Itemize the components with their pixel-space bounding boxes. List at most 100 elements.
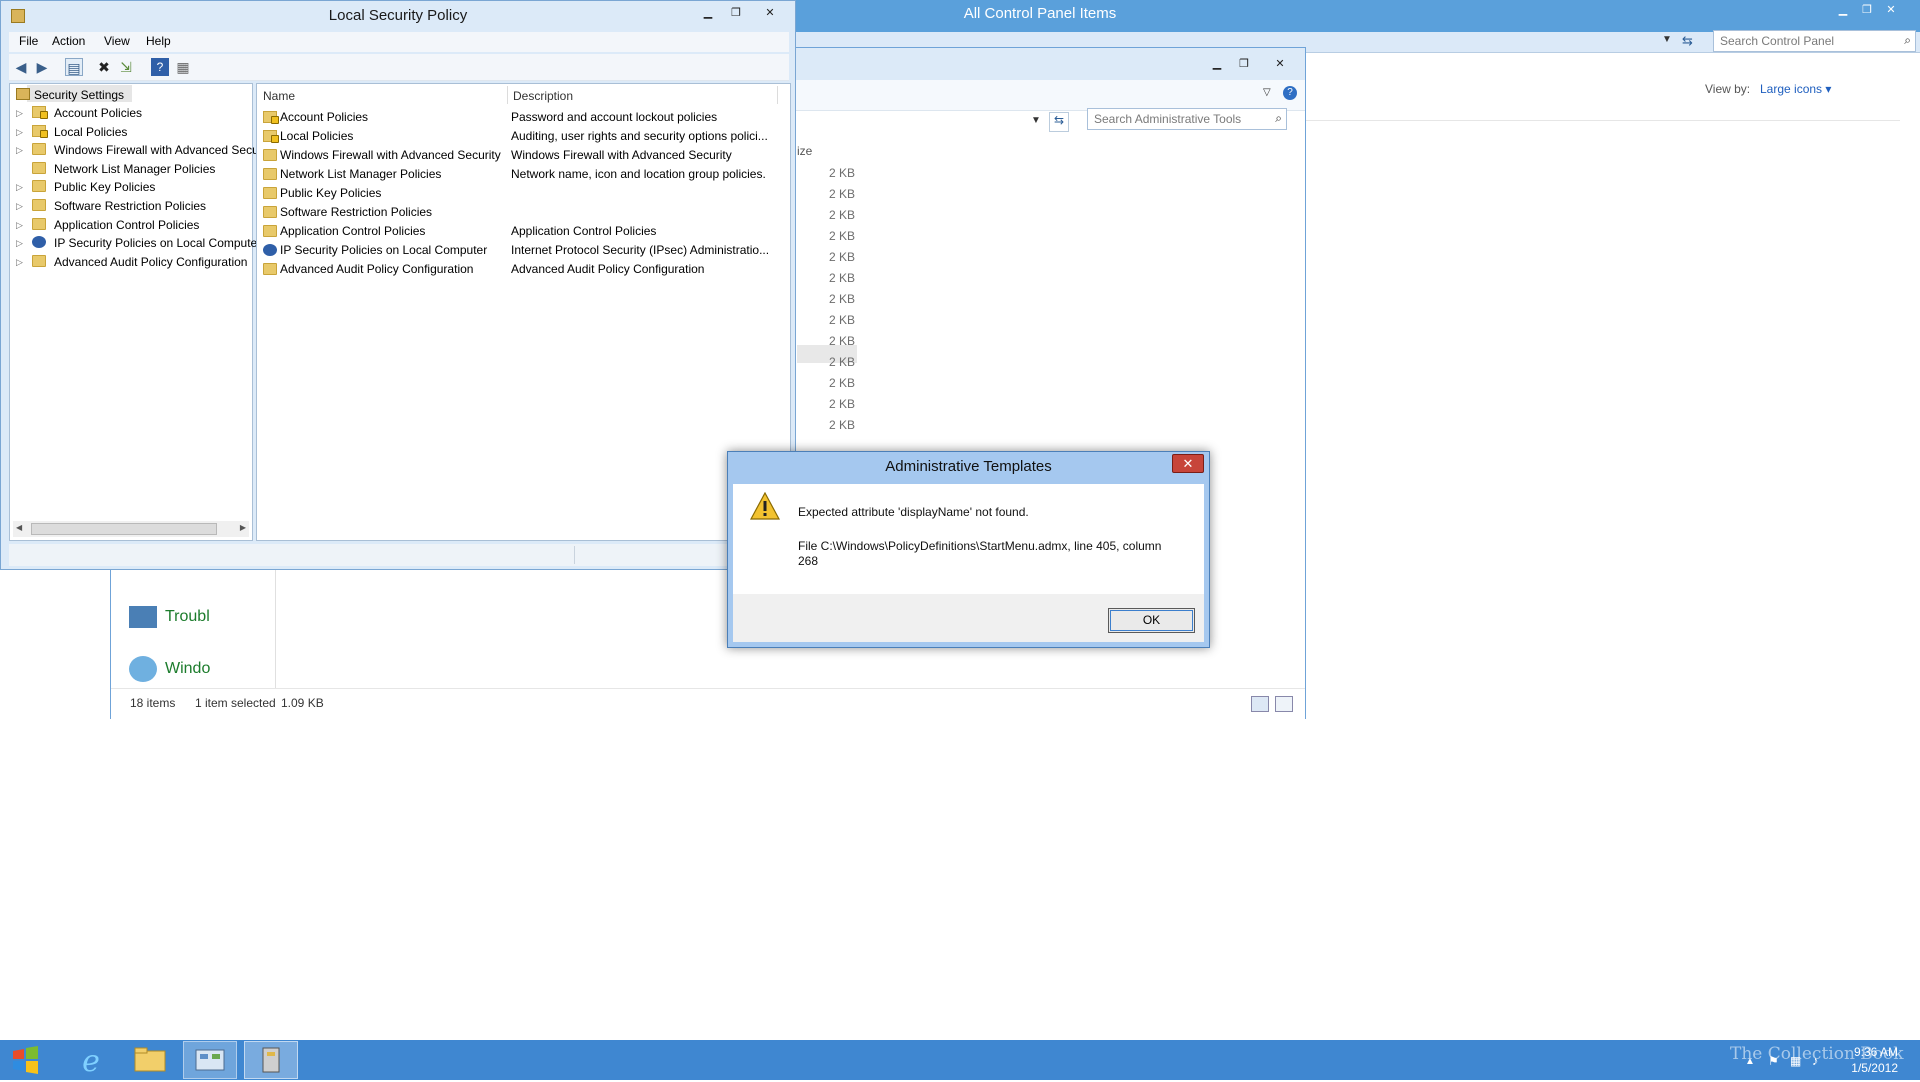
details-view-icon[interactable]: [1251, 696, 1269, 712]
menu-file[interactable]: File: [19, 34, 38, 48]
list-item[interactable]: Account Policies Password and account loc…: [257, 108, 787, 127]
restore-button[interactable]: ❐: [1233, 56, 1255, 72]
expand-arrow-icon[interactable]: ▷: [16, 178, 23, 196]
column-separator[interactable]: [507, 86, 508, 104]
list-item[interactable]: Network List Manager Policies Network nam…: [257, 165, 787, 184]
folder-icon: [263, 225, 277, 237]
minimize-button[interactable]: ▁: [1832, 2, 1854, 18]
dialog-message: Expected attribute 'displayName' not fou…: [798, 505, 1029, 519]
search-icon[interactable]: ⌕: [1275, 111, 1282, 126]
restore-button[interactable]: ❐: [725, 5, 747, 21]
close-button[interactable]: ✕: [759, 5, 781, 21]
refresh-icon[interactable]: ⇆: [1049, 112, 1069, 132]
list-item[interactable]: IP Security Policies on Local Computer In…: [257, 241, 787, 260]
view-by-dropdown[interactable]: Large icons ▾: [1760, 82, 1831, 96]
taskbar-local-security-policy[interactable]: [244, 1041, 298, 1079]
expand-arrow-icon[interactable]: ▷: [16, 123, 23, 141]
taskbar-control-panel[interactable]: [183, 1041, 237, 1079]
tray-clock-time[interactable]: 9:36 AM: [1840, 1045, 1898, 1059]
taskbar-file-explorer[interactable]: [123, 1041, 177, 1079]
control-panel-title: All Control Panel Items: [963, 5, 1117, 22]
size-cell: 2 KB: [828, 334, 855, 348]
list-item-name: Local Policies: [280, 129, 354, 143]
list-item[interactable]: Windows Firewall with Advanced Security W…: [257, 146, 787, 165]
expand-ribbon-icon[interactable]: ▽: [1263, 87, 1271, 98]
size-cell: 2 KB: [828, 313, 855, 327]
folder-icon: [134, 1047, 166, 1072]
item-label: Troubl: [165, 608, 210, 626]
help-icon[interactable]: ?: [1283, 86, 1297, 100]
expand-arrow-icon[interactable]: ▷: [16, 216, 23, 234]
delete-icon[interactable]: ✖: [95, 58, 113, 76]
expand-arrow-icon[interactable]: ▷: [16, 197, 23, 215]
search-placeholder: Search Control Panel: [1720, 34, 1835, 48]
list-item-description: Advanced Audit Policy Configuration: [511, 262, 705, 276]
close-button[interactable]: ✕: [1880, 2, 1902, 18]
minimize-button[interactable]: ▁: [1206, 56, 1228, 72]
menu-bar: File Action View Help: [9, 32, 789, 52]
locked-folder-icon: [263, 130, 279, 143]
list-item-name: Software Restriction Policies: [280, 205, 433, 219]
control-panel-item-troubleshooting[interactable]: Troubl: [129, 606, 210, 628]
expand-arrow-icon[interactable]: ▷: [16, 104, 23, 122]
tray-clock-date[interactable]: 1/5/2012: [1840, 1061, 1898, 1075]
address-dropdown-icon[interactable]: ▼: [1031, 115, 1041, 126]
list-item[interactable]: Local Policies Auditing, user rights and …: [257, 127, 787, 146]
taskbar-internet-explorer[interactable]: e: [64, 1041, 118, 1079]
tray-show-hidden-icon[interactable]: ▲: [1745, 1056, 1755, 1067]
status-selection: 1 item selected: [195, 696, 276, 710]
control-panel-item-windows[interactable]: Windo: [129, 656, 210, 682]
internet-explorer-icon: e: [82, 1044, 100, 1079]
size-cell: 2 KB: [828, 187, 855, 201]
restore-button[interactable]: ❐: [1856, 2, 1878, 18]
minimize-button[interactable]: ▁: [697, 5, 719, 21]
expand-arrow-icon[interactable]: ▷: [16, 234, 23, 252]
scroll-right-icon[interactable]: ▶: [240, 523, 246, 532]
size-column-header[interactable]: ize: [797, 144, 812, 158]
windows-update-icon: [129, 656, 157, 682]
horizontal-scrollbar[interactable]: ◀ ▶: [13, 521, 249, 537]
list-item-name: Network List Manager Policies: [280, 167, 442, 181]
control-panel-icon: [195, 1049, 225, 1071]
start-button-windows-logo-icon[interactable]: [5, 1043, 45, 1077]
list-item[interactable]: Public Key Policies: [257, 184, 787, 203]
expand-arrow-icon[interactable]: ▷: [16, 253, 23, 271]
list-item[interactable]: Software Restriction Policies: [257, 203, 787, 222]
tree-item-label: Local Policies: [54, 124, 128, 139]
address-dropdown-icon[interactable]: ▼: [1662, 34, 1672, 45]
menu-help[interactable]: Help: [146, 34, 171, 48]
large-icons-view-icon[interactable]: [1275, 696, 1293, 712]
item-label: Windo: [165, 660, 211, 678]
back-arrow-icon[interactable]: ◀: [12, 58, 30, 76]
search-icon[interactable]: ⌕: [1904, 33, 1911, 48]
list-item[interactable]: Advanced Audit Policy Configuration Advan…: [257, 260, 787, 279]
menu-view[interactable]: View: [104, 34, 130, 48]
help-icon[interactable]: ?: [151, 58, 169, 76]
menu-action[interactable]: Action: [52, 34, 85, 48]
column-header-description[interactable]: Description: [513, 87, 573, 105]
scroll-left-icon[interactable]: ◀: [16, 523, 22, 532]
console-tree: Security Settings ▷ Account Policies ▷ Loca…: [9, 83, 259, 541]
ok-button[interactable]: OK: [1108, 608, 1195, 633]
scrollbar-thumb[interactable]: [31, 523, 217, 535]
control-panel-search-input[interactable]: Search Control Panel ⌕: [1713, 30, 1916, 52]
tray-volume-icon[interactable]: ♪: [1812, 1053, 1819, 1068]
tray-network-icon[interactable]: ▦: [1790, 1054, 1801, 1068]
dialog-close-button[interactable]: ✕: [1172, 454, 1204, 473]
admin-tools-search-input[interactable]: Search Administrative Tools ⌕: [1087, 108, 1287, 130]
close-button[interactable]: ✕: [1269, 56, 1291, 72]
column-header-name[interactable]: Name: [263, 87, 295, 105]
control-panel-titlebar[interactable]: All Control Panel Items ▁ ❐ ✕: [760, 0, 1920, 32]
column-separator[interactable]: [777, 86, 778, 104]
tray-flag-icon[interactable]: ⚑: [1768, 1054, 1779, 1068]
refresh-icon[interactable]: ⇆: [1682, 33, 1693, 49]
export-list-icon[interactable]: ⇲: [117, 58, 135, 76]
lsp-titlebar[interactable]: Local Security Policy ▁ ❐ ✕: [1, 1, 795, 31]
properties-icon[interactable]: ▦: [174, 58, 192, 76]
size-cell: 2 KB: [828, 292, 855, 306]
expand-arrow-icon[interactable]: ▷: [16, 141, 23, 159]
locked-folder-icon: [32, 124, 48, 138]
list-item[interactable]: Application Control Policies Application …: [257, 222, 787, 241]
show-hide-console-tree-icon[interactable]: ▤: [65, 58, 83, 76]
forward-arrow-icon[interactable]: ▶: [33, 58, 51, 76]
